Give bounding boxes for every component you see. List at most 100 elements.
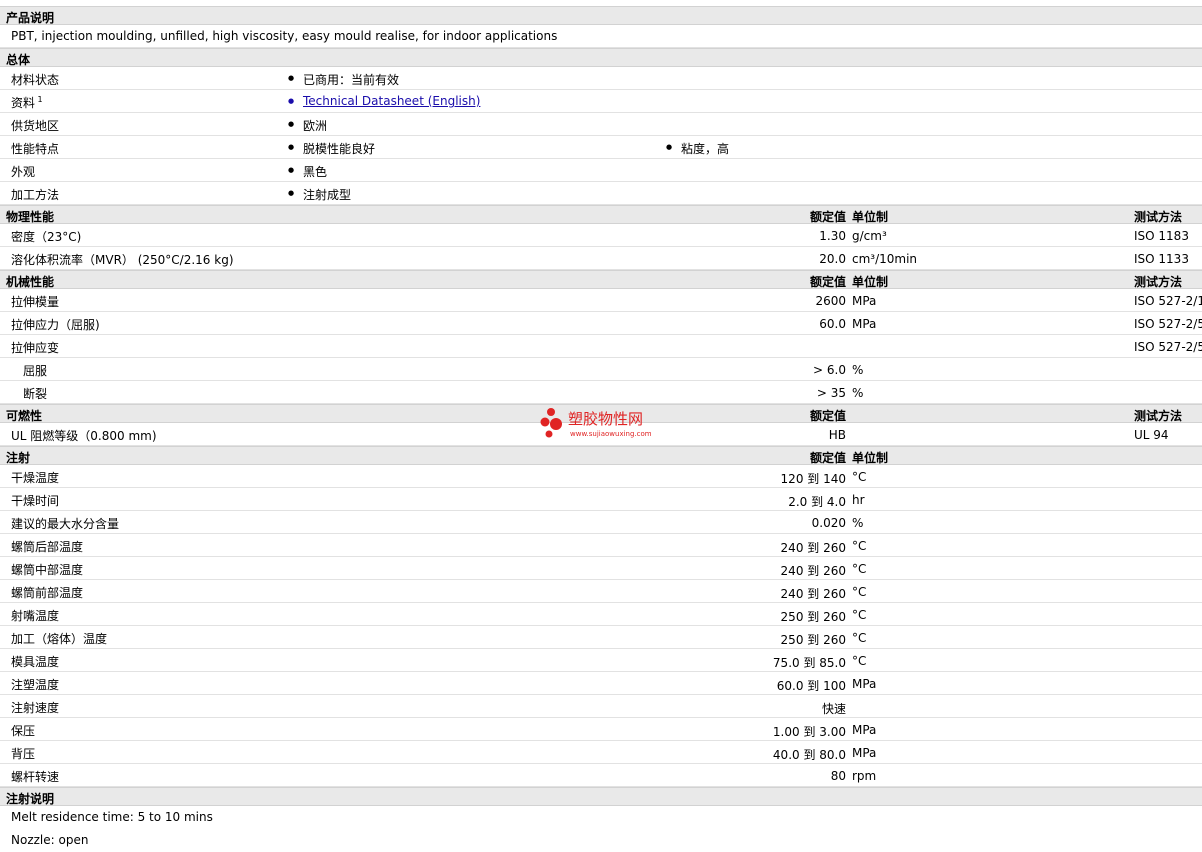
injection-value: 2.0 到 4.0 [788, 495, 846, 509]
injection-label: 螺筒前部温度 [11, 586, 84, 600]
injection-row: 注塑温度 60.0 到 100 MPa [0, 672, 1202, 695]
injection-table: 干燥温度 120 到 140 °C 干燥时间 2.0 到 4.0 hr 建议的最大水分含量 0… [0, 465, 1202, 787]
physical-table: 密度（23°C) 1.30 g/cm³ ISO 1183 溶化体积流率（MVR） (25… [0, 224, 1202, 270]
injection-value: 240 到 260 [780, 564, 846, 578]
injection-label: 注射速度 [11, 701, 60, 715]
section-header-mechanical: 机械性能 额定值 单位制 测试方法 [0, 270, 1202, 289]
injection-label: 保压 [11, 724, 36, 738]
flammability-method: UL 94 [1134, 428, 1169, 442]
injection-row: 背压 40.0 到 80.0 MPa [0, 741, 1202, 764]
injection-unit: °C [852, 608, 867, 622]
section-header-injection-notes: 注射说明 [0, 787, 1202, 806]
section-header-injection: 注射 额定值 单位制 [0, 446, 1202, 465]
injection-unit: % [852, 516, 864, 530]
injection-label: 螺筒中部温度 [11, 563, 84, 577]
mechanical-row: 拉伸应变 ISO 527-2/50 [0, 335, 1202, 358]
general-row: 加工方法 注射成型 [0, 182, 1202, 205]
injection-value: 250 到 260 [780, 610, 846, 624]
injection-label: 背压 [11, 747, 36, 761]
physical-value: 1.30 [819, 229, 846, 243]
mechanical-value: > 6.0 [813, 363, 846, 377]
general-label: 资料 1 [11, 95, 43, 110]
injection-row: 加工（熔体）温度 250 到 260 °C [0, 626, 1202, 649]
injection-row: 射嘴温度 250 到 260 °C [0, 603, 1202, 626]
mechanical-row: 拉伸模量 2600 MPa ISO 527-2/1 [0, 289, 1202, 312]
mechanical-label: 屈服 [23, 364, 48, 378]
injection-unit: hr [852, 493, 865, 507]
section-header-general: 总体 [0, 48, 1202, 67]
flammability-value: HB [828, 428, 846, 442]
mechanical-unit: MPa [852, 317, 877, 331]
injection-row: 干燥温度 120 到 140 °C [0, 465, 1202, 488]
mechanical-value: > 35 [816, 386, 846, 400]
mechanical-unit: % [852, 363, 864, 377]
injection-unit: °C [852, 654, 867, 668]
general-value: 已商用：当前有效 [288, 71, 399, 88]
injection-label: 模具温度 [11, 655, 60, 669]
mechanical-unit: % [852, 386, 864, 400]
mechanical-unit: MPa [852, 294, 877, 308]
general-value: 黑色 [288, 163, 327, 180]
injection-label: 建议的最大水分含量 [11, 517, 120, 531]
injection-unit: °C [852, 631, 867, 645]
footnote-marker: 1 [35, 95, 43, 104]
injection-row: 注射速度 快速 [0, 695, 1202, 718]
injection-row: 模具温度 75.0 到 85.0 °C [0, 649, 1202, 672]
physical-row: 溶化体积流率（MVR） (250°C/2.16 kg) 20.0 cm³/10min… [0, 247, 1202, 270]
mechanical-method: ISO 527-2/50 [1134, 340, 1202, 354]
injection-unit: MPa [852, 677, 877, 691]
mechanical-label: 拉伸应力（屈服) [11, 318, 100, 332]
injection-unit: °C [852, 470, 867, 484]
injection-unit: °C [852, 562, 867, 576]
injection-row: 螺杆转速 80 rpm [0, 764, 1202, 787]
mechanical-row: 拉伸应力（屈服) 60.0 MPa ISO 527-2/50 [0, 312, 1202, 335]
injection-value: 120 到 140 [780, 472, 846, 486]
injection-unit: MPa [852, 746, 877, 760]
injection-value: 250 到 260 [780, 633, 846, 647]
injection-value: 80 [830, 769, 846, 783]
physical-value: 20.0 [819, 252, 846, 266]
injection-unit: °C [852, 585, 867, 599]
general-value: 粘度，高 [666, 140, 729, 157]
injection-unit: MPa [852, 723, 877, 737]
note-line: Melt residence time: 5 to 10 mins [11, 810, 213, 824]
datasheet-link[interactable]: Technical Datasheet (English) [288, 94, 480, 108]
injection-label: 螺筒后部温度 [11, 540, 84, 554]
section-header-product: 产品说明 [0, 6, 1202, 25]
physical-unit: g/cm³ [852, 229, 887, 243]
injection-row: 螺筒前部温度 240 到 260 °C [0, 580, 1202, 603]
general-label: 供货地区 [11, 119, 60, 133]
injection-label: 干燥温度 [11, 471, 60, 485]
mechanical-label: 拉伸应变 [11, 341, 60, 355]
section-header-flammability: 可燃性 额定值 测试方法 [0, 404, 1202, 423]
physical-unit: cm³/10min [852, 252, 918, 266]
injection-label: 螺杆转速 [11, 770, 60, 784]
mechanical-value: 2600 [815, 294, 846, 308]
injection-value: 快速 [821, 702, 846, 716]
mechanical-row: 屈服 > 6.0% [0, 358, 1202, 381]
physical-method: ISO 1133 [1134, 252, 1189, 266]
injection-label: 射嘴温度 [11, 609, 60, 623]
flammability-table: UL 阻燃等级（0.800 mm) HB UL 94 [0, 423, 1202, 446]
general-value: 注射成型 [288, 186, 351, 203]
physical-label: 溶化体积流率（MVR） (250°C/2.16 kg) [11, 253, 234, 267]
injection-value: 75.0 到 85.0 [772, 656, 846, 670]
injection-unit: rpm [852, 769, 877, 783]
injection-value: 1.00 到 3.00 [772, 725, 846, 739]
general-value: 脱模性能良好 [288, 140, 375, 157]
injection-row: 螺筒后部温度 240 到 260 °C [0, 534, 1202, 557]
general-value: 欧洲 [288, 117, 327, 134]
physical-label: 密度（23°C) [11, 230, 82, 244]
general-row: 供货地区 欧洲 [0, 113, 1202, 136]
general-table: 材料状态 已商用：当前有效资料 1 Technical Datasheet (Eng… [0, 67, 1202, 205]
product-description-row: PBT, injection moulding, unfilled, high … [0, 25, 1202, 48]
mechanical-table: 拉伸模量 2600 MPa ISO 527-2/1 拉伸应力（屈服) 60.0 MPa ISO… [0, 289, 1202, 404]
section-header-physical: 物理性能 额定值 单位制 测试方法 [0, 205, 1202, 224]
injection-value: 60.0 到 100 [776, 679, 846, 693]
injection-label: 加工（熔体）温度 [11, 632, 108, 646]
datasheet: 产品说明 PBT, injection moulding, unfilled, … [0, 6, 1202, 852]
flammability-row: UL 阻燃等级（0.800 mm) HB UL 94 [0, 423, 1202, 446]
injection-unit: °C [852, 539, 867, 553]
general-label: 材料状态 [11, 73, 60, 87]
mechanical-value: 60.0 [819, 317, 846, 331]
